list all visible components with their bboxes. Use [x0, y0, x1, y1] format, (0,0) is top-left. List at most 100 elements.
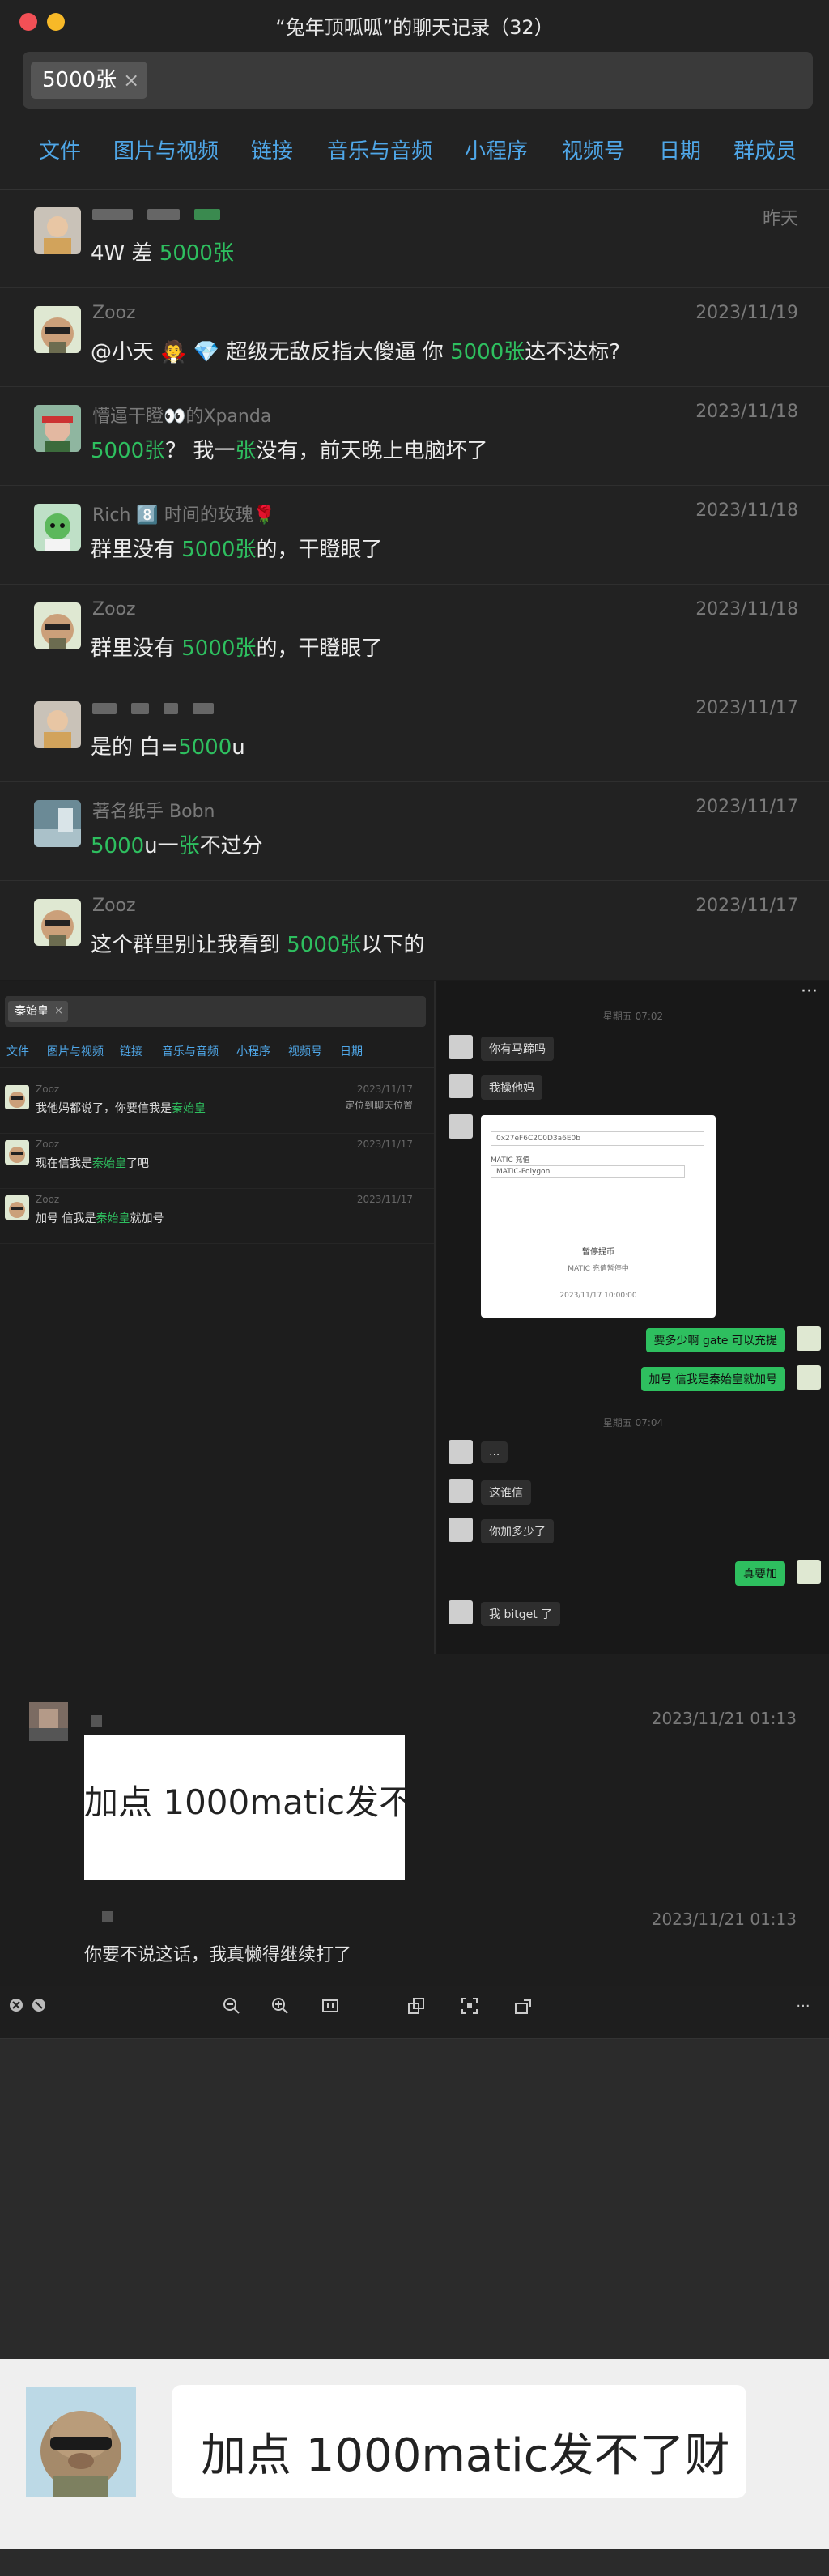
sender-name: 著名纸手 Bobn	[92, 802, 215, 822]
viewer-toolbar: ···	[0, 1986, 829, 2039]
tab-date[interactable]: 日期	[659, 134, 701, 164]
window-title: “兔年顶呱呱”的聊天记录（32）	[275, 16, 554, 39]
sender-name	[92, 698, 228, 718]
sender-name: Zooz	[36, 1139, 60, 1150]
result-row[interactable]: Zooz 2023/11/17 定位到聊天位置 我他妈都说了，你要信我是秦始皇	[0, 1079, 434, 1134]
sender-name-redacted	[102, 1911, 113, 1922]
tab-channels[interactable]: 视频号	[562, 134, 625, 164]
zoom-in-icon[interactable]	[270, 1997, 290, 2016]
search-chip[interactable]: 5000张 ×	[31, 62, 148, 99]
avatar	[5, 1140, 29, 1165]
chat-bubble-self: 真要加	[735, 1561, 785, 1586]
card-title: MATIC 充值	[491, 1156, 530, 1165]
tab-channels[interactable]: 视频号	[288, 1043, 322, 1059]
message-row[interactable]: 著名纸手 Bobn 2023/11/17 5000u一张不过分	[0, 782, 829, 881]
title-bar: “兔年顶呱呱”的聊天记录（32）	[0, 0, 829, 45]
message-row[interactable]: Rich 8️⃣ 时间的玫瑰🌹 2023/11/18 群里没有 5000张的，干…	[0, 486, 829, 585]
divider	[0, 1067, 434, 1068]
result-row[interactable]: Zooz 2023/11/17 加号 信我是秦始皇就加号	[0, 1189, 434, 1244]
clear-search-icon[interactable]: ×	[123, 62, 139, 99]
chat-bubble: 我 bitget 了	[481, 1602, 561, 1626]
sender-name: Rich 8️⃣ 时间的玫瑰🌹	[92, 505, 276, 526]
tab-date[interactable]: 日期	[340, 1043, 363, 1059]
message-date: 2023/11/18	[695, 500, 798, 521]
viewer-canvas	[0, 2039, 829, 2359]
message-text: 现在信我是秦始皇了吧	[36, 1157, 149, 1170]
tab-links[interactable]: 链接	[251, 134, 293, 164]
sender-name: Zooz	[36, 1194, 60, 1205]
message-row[interactable]: 懵逼干瞪👀的Xpanda 2023/11/18 5000张？ 我一张没有，前天晚…	[0, 387, 829, 486]
search-bar[interactable]: 5000张 ×	[23, 52, 813, 109]
avatar	[34, 701, 81, 748]
fullscreen-icon[interactable]	[29, 1997, 49, 2016]
chat-timestamp: 星期五 07:02	[602, 1011, 664, 1022]
tab-images-videos[interactable]: 图片与视频	[113, 134, 219, 164]
locate-in-chat-link[interactable]: 定位到聊天位置	[345, 1098, 413, 1112]
result-row[interactable]: Zooz 2023/11/17 现在信我是秦始皇了吧	[0, 1134, 434, 1189]
chat-bubble: 这谁信	[481, 1480, 531, 1505]
card-state: 暂停提币	[582, 1248, 614, 1257]
scan-text-icon[interactable]	[460, 1997, 479, 2016]
avatar	[449, 1035, 473, 1059]
chat-timestamp: 星期五 07:04	[602, 1417, 664, 1429]
share-icon[interactable]	[513, 1997, 533, 2016]
zoomed-chat-bubble: 加点 1000matic发不了财	[172, 2385, 746, 2498]
close-icon[interactable]	[6, 1997, 26, 2016]
chat-bubble-self: 加号 信我是秦始皇就加号	[640, 1367, 785, 1391]
tab-files[interactable]: 文件	[6, 1043, 29, 1059]
message-row[interactable]: Zooz 2023/11/17 这个群里别让我看到 5000张以下的	[0, 881, 829, 980]
search-chip-label: 5000张	[42, 68, 117, 92]
tab-files[interactable]: 文件	[39, 134, 81, 164]
message-date: 2023/11/19	[695, 303, 798, 323]
tab-mini-programs[interactable]: 小程序	[465, 134, 528, 164]
screenshot-image[interactable]: 0x27eF6C2C0D3a6E0b MATIC 充值 MATIC-Polygo…	[481, 1115, 716, 1318]
message-row[interactable]: 昨天 4W 差 5000张	[0, 189, 829, 288]
tab-mini-programs[interactable]: 小程序	[236, 1043, 270, 1059]
tab-group-members[interactable]: 群成员	[733, 134, 797, 164]
sender-name: Zooz	[92, 896, 136, 916]
tab-music-audio[interactable]: 音乐与音频	[162, 1043, 219, 1059]
zoomed-image[interactable]: 加点 1000matic发不了财	[0, 2359, 829, 2549]
tab-music-audio[interactable]: 音乐与音频	[327, 134, 432, 164]
search-chip[interactable]: 秦始皇 ×	[8, 1001, 68, 1022]
chat-bubble-self: 要多少啊 gate 可以充提	[645, 1328, 785, 1352]
split-screenshot: 秦始皇 × 文件 图片与视频 链接 音乐与音频 小程序 视频号 日期 Zooz …	[0, 981, 829, 1654]
avatar	[34, 306, 81, 353]
message-text: 你要不说这话，我真懒得继续打了	[84, 1945, 352, 1965]
clear-search-icon[interactable]: ×	[54, 1001, 63, 1022]
copy-icon[interactable]	[406, 1997, 426, 2016]
avatar	[449, 1600, 473, 1624]
chat-bubble: 我操他妈	[481, 1075, 542, 1100]
chat-history-window: “兔年顶呱呱”的聊天记录（32） 5000张 × 文件 图片与视频 链接 音乐与…	[0, 0, 829, 980]
avatar	[449, 1440, 473, 1464]
tab-images-videos[interactable]: 图片与视频	[47, 1043, 104, 1059]
message-date: 2023/11/21 01:13	[651, 1709, 797, 1728]
avatar	[34, 405, 81, 452]
message-text: 4W 差 5000张	[91, 241, 234, 266]
avatar	[797, 1560, 821, 1584]
search-bar[interactable]: 秦始皇 ×	[5, 996, 426, 1027]
actual-size-icon[interactable]	[321, 1997, 340, 2016]
sender-name: Zooz	[92, 303, 136, 323]
sender-name: 懵逼干瞪👀的Xpanda	[92, 407, 272, 427]
avatar	[797, 1326, 821, 1351]
viewer-bottom-area	[0, 2549, 829, 2576]
chat-panel: ··· 星期五 07:02 你有马蹄吗 我操他妈 0x27eF6C2C0D3a6…	[437, 981, 829, 1654]
message-row[interactable]: 2023/11/17 是的 白=5000u	[0, 683, 829, 782]
message-row[interactable]: Zooz 2023/11/19 @小天 🧛 💎 超级无敌反指大傻逼 你 5000…	[0, 288, 829, 387]
message-date: 2023/11/17	[356, 1139, 413, 1150]
zoomed-text: 加点 1000matic发不了财	[201, 2429, 730, 2482]
message-row[interactable]: Zooz 2023/11/18 群里没有 5000张的，干瞪眼了	[0, 585, 829, 683]
more-options-icon[interactable]: ···	[787, 1997, 819, 2016]
more-options-icon[interactable]: ···	[801, 981, 818, 1002]
message-text: 是的 白=5000u	[91, 735, 245, 760]
avatar	[34, 207, 81, 254]
message-date: 昨天	[762, 209, 798, 229]
message-date: 2023/11/18	[695, 599, 798, 620]
tab-links[interactable]: 链接	[120, 1043, 142, 1059]
avatar	[34, 602, 81, 649]
message-date: 2023/11/17	[695, 797, 798, 817]
image-message[interactable]: 加点 1000matic发不	[84, 1735, 405, 1880]
search-chip-label: 秦始皇	[15, 1005, 49, 1018]
zoom-out-icon[interactable]	[222, 1997, 241, 2016]
